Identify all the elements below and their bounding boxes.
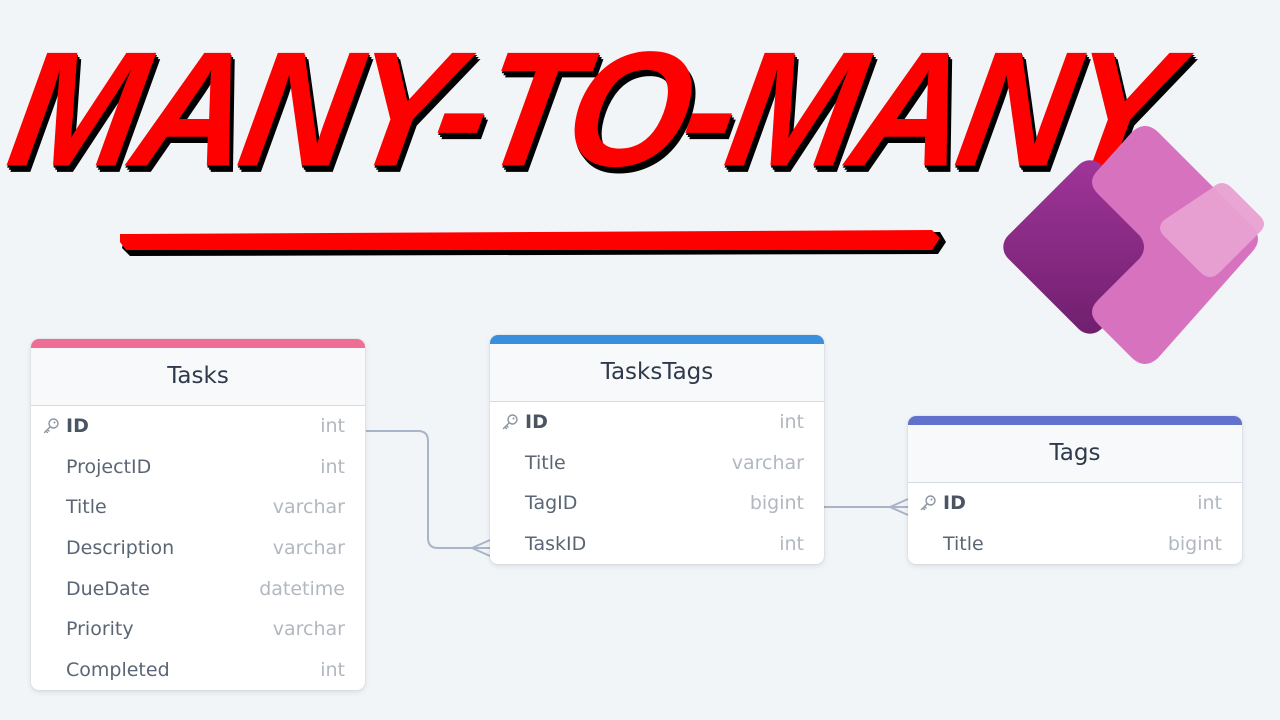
column-row[interactable]: TaskID int (490, 524, 824, 565)
column-row[interactable]: TagID bigint (490, 483, 824, 524)
column-name: ID (943, 492, 966, 515)
column-type: int (779, 533, 804, 556)
table-accent-bar (908, 416, 1242, 425)
column-type: varchar (272, 496, 345, 519)
column-name: Title (66, 496, 107, 519)
column-name: Description (66, 537, 175, 560)
column-type: int (320, 455, 345, 478)
column-row[interactable]: ID int (490, 402, 824, 443)
column-name: TagID (525, 492, 578, 515)
column-name: Completed (66, 658, 170, 681)
column-type: int (320, 658, 345, 681)
column-name: Title (525, 451, 566, 474)
column-list: ID int Title varchar TagID bigint TaskID int (490, 402, 824, 564)
column-name: ID (525, 411, 548, 434)
table-title: Tasks (31, 348, 365, 406)
table-accent-bar (31, 339, 365, 348)
primary-key-icon (919, 494, 937, 512)
column-type: int (320, 415, 345, 438)
column-type: int (779, 411, 804, 434)
column-name: Title (943, 532, 984, 555)
column-type: int (1197, 492, 1222, 515)
table-tags[interactable]: Tags ID int Title bigint (908, 416, 1242, 565)
primary-key-icon (42, 417, 60, 435)
column-type: bigint (1167, 532, 1222, 555)
column-name: ProjectID (66, 455, 152, 478)
column-name: DueDate (66, 577, 150, 600)
column-row[interactable]: DueDate datetime (31, 568, 365, 609)
column-row[interactable]: Priority varchar (31, 609, 365, 650)
column-list: ID int Title bigint (908, 483, 1242, 564)
column-row[interactable]: Title varchar (31, 487, 365, 528)
table-tasks[interactable]: Tasks ID int ProjectID int Title varchar Descr… (31, 339, 365, 691)
column-row[interactable]: ProjectID int (31, 447, 365, 488)
table-title: Tags (908, 425, 1242, 483)
table-title: TasksTags (490, 344, 824, 402)
column-name: ID (66, 415, 89, 438)
column-name: TaskID (525, 533, 587, 556)
column-row[interactable]: ID int (31, 406, 365, 447)
primary-key-icon (501, 413, 519, 431)
column-row[interactable]: Title bigint (908, 524, 1242, 565)
column-type: varchar (272, 537, 345, 560)
column-type: bigint (749, 492, 804, 515)
column-type: varchar (272, 618, 345, 641)
column-type: varchar (731, 451, 804, 474)
column-row[interactable]: Title varchar (490, 443, 824, 484)
column-row[interactable]: ID int (908, 483, 1242, 524)
column-type: datetime (259, 577, 345, 600)
column-row[interactable]: Completed int (31, 650, 365, 691)
column-row[interactable]: Description varchar (31, 528, 365, 569)
table-accent-bar (490, 335, 824, 344)
column-list: ID int ProjectID int Title varchar Description… (31, 406, 365, 690)
column-name: Priority (66, 618, 134, 641)
table-taskstags[interactable]: TasksTags ID int Title varchar TagID bigint Ta… (490, 335, 824, 565)
relation-tasks-taskstags[interactable] (366, 430, 490, 549)
